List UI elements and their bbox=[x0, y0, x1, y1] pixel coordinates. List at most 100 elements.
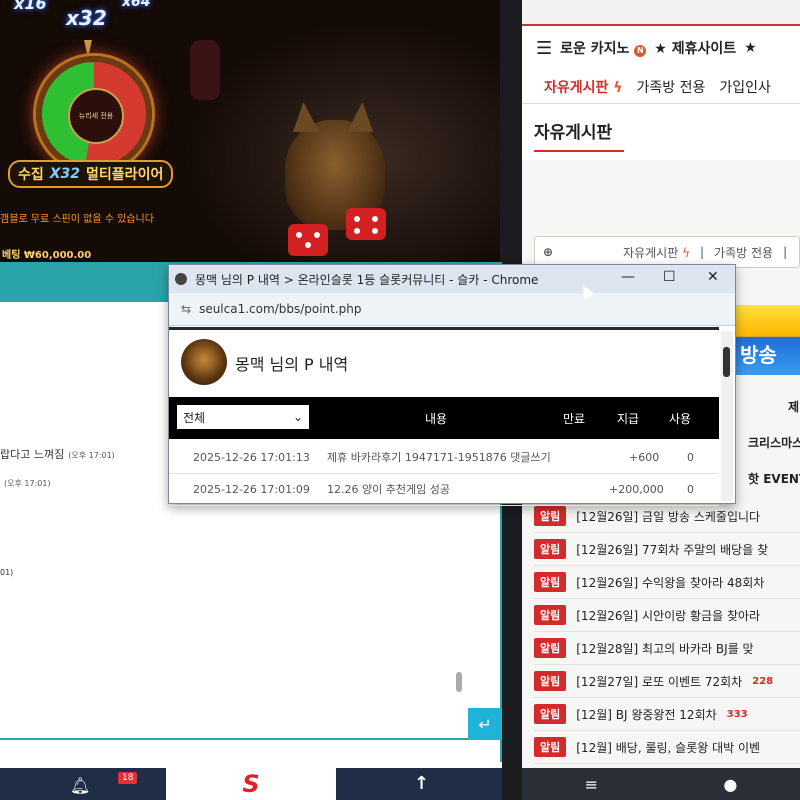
row-used: 0 bbox=[687, 450, 694, 464]
notice-row[interactable]: 알림 [12월26일] 수익왕을 찾아라 48회차 bbox=[534, 566, 800, 599]
window-title-bar[interactable]: 몽맥 님의 P 내역 > 온라인슬롯 1등 슬롯커뮤니티 - 슬카 - Chro… bbox=[169, 265, 735, 293]
slot-game-panel[interactable]: x16 x32 x64 뉴리세 전용 수집 X32 멀티플라이어 갬블로 무료 … bbox=[0, 0, 500, 262]
hamburger-menu-icon[interactable]: ☰ bbox=[536, 38, 552, 59]
comment-count: 333 bbox=[726, 708, 748, 720]
dice-icon bbox=[288, 224, 328, 256]
character-figure bbox=[190, 40, 220, 100]
alert-badge: 알림 bbox=[534, 704, 567, 724]
row-used: 0 bbox=[687, 482, 694, 496]
notice-title[interactable]: [12월] BJ 왕중왕전 12회차 bbox=[576, 706, 716, 723]
chevron-down-icon: ⌄ bbox=[292, 410, 303, 424]
notice-row[interactable]: 알림 [12월] BJ 왕중왕전 12회차 333 bbox=[534, 698, 800, 731]
chat-message: 01) bbox=[0, 568, 14, 577]
table-header: 전체 ⌄ 내용 만료 지급 사용 bbox=[169, 397, 719, 439]
chat-message-time: (오후 17:01) bbox=[4, 479, 51, 488]
broadcast-banner[interactable]: 방송 bbox=[732, 305, 800, 375]
notice-row[interactable]: 알림 [12월28일] 최고의 바카라 BJ를 맞 bbox=[534, 632, 800, 665]
wheel-hub-label: 뉴리세 전용 bbox=[68, 88, 124, 144]
board-tabs: 자유게시판 ϟ 가족방 전용 가입인사 bbox=[522, 70, 800, 104]
partial-list-item[interactable]: 크리스마스 bbox=[748, 434, 800, 451]
breadcrumb-family[interactable]: 가족방 전용 bbox=[714, 244, 773, 261]
alert-badge: 알림 bbox=[534, 671, 567, 691]
multiplier-label-left: x16 bbox=[14, 0, 47, 13]
alert-badge: 알림 bbox=[534, 506, 567, 526]
row-content: 12.26 양이 추천게임 성공 bbox=[327, 483, 450, 496]
chat-message: 랍다고 느껴짐 (오후 17:01) bbox=[0, 446, 115, 462]
row-given: +600 bbox=[629, 450, 660, 464]
partial-list-item[interactable]: 핫 EVENT bbox=[748, 470, 800, 487]
notice-row[interactable]: 알림 [12월] 배당, 룰링, 슬롯왕 대박 이벤 bbox=[534, 731, 800, 764]
menu-icon[interactable]: ≡ bbox=[585, 775, 598, 794]
notice-row[interactable]: 알림 [12월27일] 로또 이벤트 72회차 228 bbox=[534, 665, 800, 698]
row-content: 제휴 바카라후기 1947171-1951876 댓글쓰기 bbox=[327, 451, 551, 464]
breadcrumb-free-board[interactable]: 자유게시판 ϟ bbox=[623, 244, 690, 261]
alert-badge: 알림 bbox=[534, 572, 567, 592]
comment-count: 228 bbox=[752, 675, 774, 687]
notice-row[interactable]: 알림 [12월26일] 시안이랑 황금을 찾아라 bbox=[534, 599, 800, 632]
url-text: seulca1.com/bbs/point.php bbox=[199, 302, 362, 316]
notice-title[interactable]: [12월26일] 수익왕을 찾아라 48회차 bbox=[576, 574, 764, 591]
menu-item-casino[interactable]: 로운 카지노 N bbox=[560, 38, 647, 58]
chrome-popup-window[interactable]: 몽맥 님의 P 내역 > 온라인슬롯 1등 슬롯커뮤니티 - 슬카 - Chro… bbox=[168, 264, 736, 506]
popup-scrollbar[interactable] bbox=[721, 331, 733, 501]
window-title: 몽맥 님의 P 내역 > 온라인슬롯 1등 슬롯커뮤니티 - 슬카 - Chro… bbox=[195, 272, 539, 287]
tab-family-room[interactable]: 가족방 전용 bbox=[637, 77, 706, 97]
globe-icon bbox=[175, 273, 187, 285]
breadcrumb-separator: | bbox=[700, 245, 705, 259]
send-icon[interactable]: ↵ bbox=[468, 708, 502, 740]
collect-label: 수집 bbox=[18, 167, 44, 183]
site-info-icon[interactable]: ⇆ bbox=[181, 302, 191, 316]
user-icon[interactable]: ● bbox=[723, 775, 737, 794]
plus-icon[interactable]: ⊕ bbox=[543, 245, 553, 259]
notice-title[interactable]: [12월] 배당, 룰링, 슬롯왕 대박 이벤 bbox=[576, 739, 760, 756]
scroll-top-icon[interactable]: ↑ bbox=[414, 773, 429, 794]
collect-multiplier-badge: 수집 X32 멀티플라이어 bbox=[8, 160, 174, 188]
notification-count: 18 bbox=[118, 772, 138, 784]
tab-greetings[interactable]: 가입인사 bbox=[719, 77, 771, 97]
title-underline bbox=[534, 150, 624, 152]
address-bar[interactable]: ⇆ seulca1.com/bbs/point.php bbox=[169, 293, 735, 326]
collect-multiplier-value: X32 bbox=[49, 166, 81, 182]
multiplier-label-right: x64 bbox=[122, 0, 151, 10]
maximize-icon[interactable]: ☐ bbox=[663, 269, 676, 285]
bell-icon[interactable]: 🔔︎ bbox=[70, 776, 90, 795]
banner-text: 방송 bbox=[740, 343, 777, 367]
content-divider bbox=[169, 327, 719, 330]
close-icon[interactable]: ✕ bbox=[707, 269, 719, 285]
logo-text: S bbox=[242, 770, 260, 798]
main-menu-bar: ☰ 로운 카지노 N ★ 제휴사이트 ★ bbox=[522, 30, 800, 66]
alert-badge: 알림 bbox=[534, 737, 567, 757]
notice-row[interactable]: 알림 [12월26일] 77회차 주말의 배당을 찾 bbox=[534, 533, 800, 566]
column-header-used: 사용 bbox=[669, 411, 692, 426]
tab-free-board[interactable]: 자유게시판 ϟ bbox=[544, 77, 623, 97]
scrollbar-thumb[interactable] bbox=[723, 347, 730, 377]
menu-item-partners[interactable]: ★ 제휴사이트 bbox=[654, 38, 736, 58]
filter-value: 전체 bbox=[183, 410, 206, 425]
alert-badge: 알림 bbox=[534, 539, 567, 559]
chat-message: (오후 17:01) bbox=[0, 476, 51, 489]
partial-list-item[interactable]: 제 bbox=[788, 398, 799, 415]
bonus-wheel: 뉴리세 전용 bbox=[36, 56, 152, 172]
table-row: 2025-12-26 17:01:09 12.26 양이 추천게임 성공 +20… bbox=[169, 473, 719, 506]
notice-title[interactable]: [12월26일] 금일 방송 스케줄입니다 bbox=[576, 508, 760, 525]
avatar bbox=[181, 339, 227, 385]
filter-select[interactable]: 전체 ⌄ bbox=[177, 405, 309, 429]
menu-item-more[interactable]: ★ bbox=[744, 40, 757, 56]
column-header-expire: 만료 bbox=[563, 411, 586, 426]
notice-title[interactable]: [12월28일] 최고의 바카라 BJ를 맞 bbox=[576, 640, 753, 657]
notice-title[interactable]: [12월26일] 77회차 주말의 배당을 찾 bbox=[576, 541, 768, 558]
notice-title[interactable]: [12월26일] 시안이랑 황금을 찾아라 bbox=[576, 607, 760, 624]
chat-scrollbar[interactable] bbox=[456, 672, 462, 692]
dice-icon bbox=[346, 208, 386, 240]
bet-amount-label: 베팅 ₩60,000.00 bbox=[2, 250, 92, 261]
chat-message-text: 랍다고 느껴짐 bbox=[0, 448, 65, 461]
row-given: +200,000 bbox=[609, 482, 664, 496]
collect-suffix: 멀티플라이어 bbox=[86, 167, 164, 183]
top-strip bbox=[522, 0, 800, 26]
bottom-nav-bar: 🔔︎ 18 S ↑ bbox=[0, 768, 502, 800]
site-logo[interactable]: S bbox=[166, 768, 336, 800]
minimize-icon[interactable]: — bbox=[621, 269, 635, 285]
alert-badge: 알림 bbox=[534, 638, 567, 658]
notice-title[interactable]: [12월27일] 로또 이벤트 72회차 bbox=[576, 673, 742, 690]
breadcrumb-separator: | bbox=[783, 245, 788, 259]
